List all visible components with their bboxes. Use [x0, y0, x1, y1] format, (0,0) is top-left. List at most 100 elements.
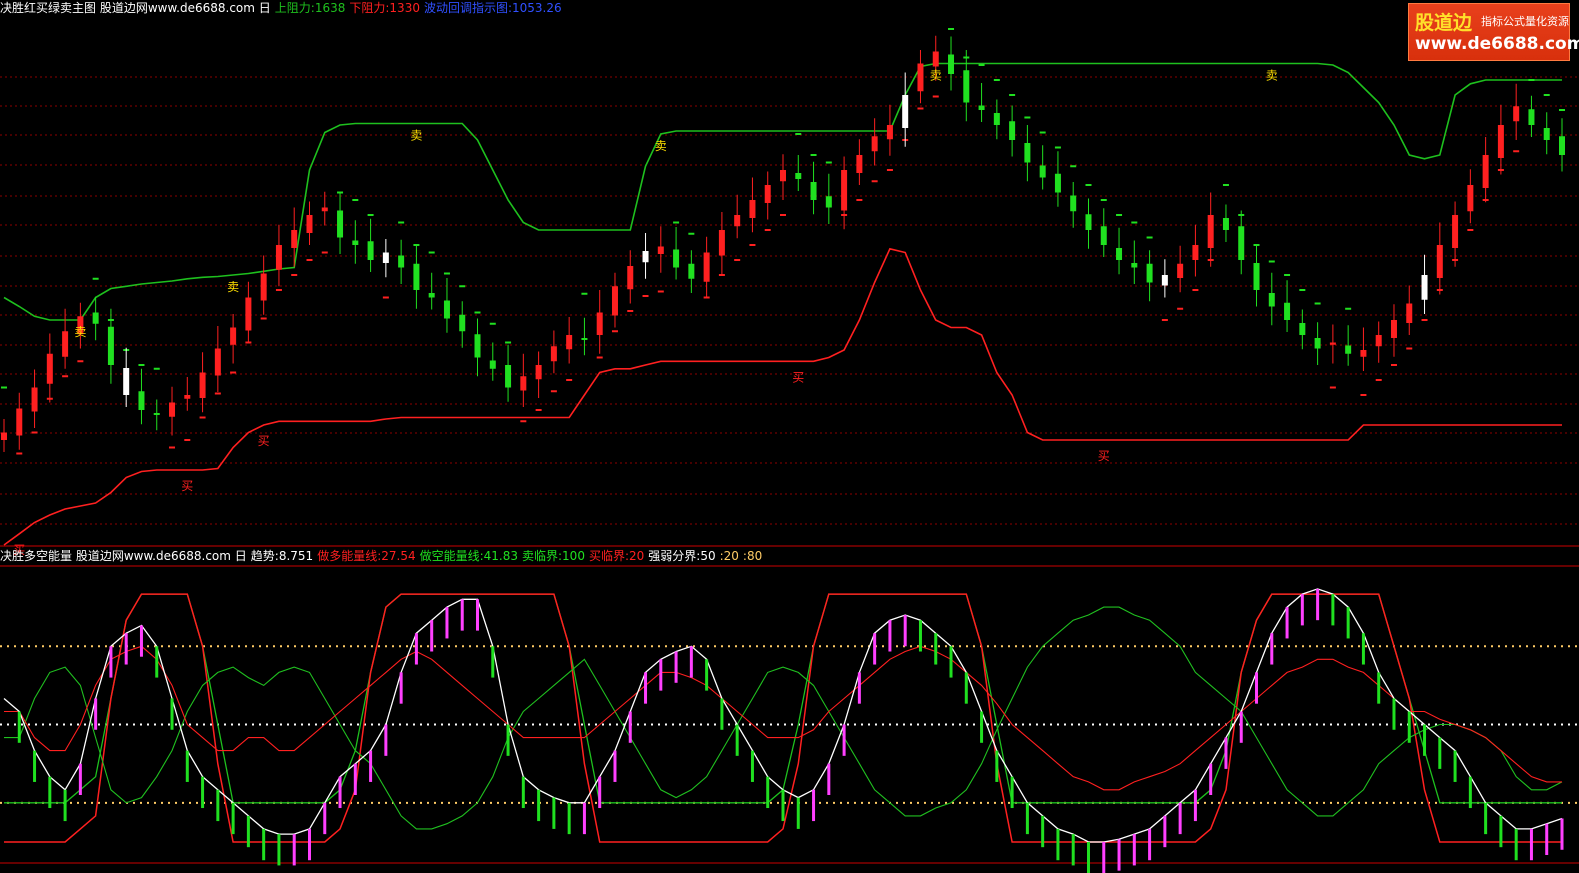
candle-body-39	[596, 312, 603, 335]
buy-critical-label: 买临界:20	[588, 549, 645, 563]
candle-body-44	[673, 249, 680, 268]
candle-body-58	[886, 125, 893, 140]
candle-body-27	[413, 263, 420, 290]
candle-body-38	[581, 338, 588, 340]
buy-marker-1: 买	[181, 479, 193, 493]
logo-url: www.de6688.com	[1415, 34, 1579, 54]
candle-body-6	[92, 312, 99, 324]
candle-body-41	[627, 266, 634, 290]
candle-body-49	[749, 200, 756, 218]
price-panel-header: 决胜红买绿卖主图 股道边网www.de6688.com 日上阻力:1638 下阻力…	[0, 0, 566, 16]
price-panel-title: 决胜红买绿卖主图 股道边网www.de6688.com 日	[0, 1, 271, 15]
candle-body-63	[963, 70, 970, 103]
candle-body-65	[993, 113, 1000, 125]
candle-body-99	[1513, 106, 1520, 122]
candle-body-7	[107, 326, 114, 365]
candle-body-10	[153, 413, 160, 415]
short-energy-label: 做空能量线:41.83	[419, 549, 518, 563]
candle-body-15	[230, 327, 237, 345]
candle-body-50	[764, 185, 771, 203]
buy-marker-2: 买	[258, 434, 270, 448]
candle-body-13	[199, 372, 206, 398]
candle-body-102	[1559, 136, 1565, 155]
candle-body-9	[138, 391, 145, 410]
long-energy-line	[4, 645, 1562, 791]
candle-body-12	[184, 395, 191, 399]
candle-body-35	[535, 365, 542, 380]
candle-body-16	[245, 297, 252, 331]
candle-body-23	[352, 240, 359, 245]
lower-resistance-label: 下阻力:1330	[349, 1, 420, 15]
candle-body-85	[1299, 323, 1306, 335]
candle-body-54	[825, 196, 832, 208]
candle-body-68	[1039, 165, 1046, 178]
candle-body-32	[489, 360, 496, 369]
candle-body-55	[841, 170, 848, 211]
candle-body-90	[1375, 335, 1382, 347]
candle-body-86	[1314, 338, 1321, 349]
candle-body-87	[1329, 342, 1336, 345]
candle-body-72	[1100, 226, 1107, 245]
ref-80-label: :80	[742, 549, 763, 563]
candle-body-29	[443, 300, 450, 319]
candle-body-14	[214, 348, 221, 376]
candle-body-94	[1436, 245, 1443, 278]
candle-body-18	[275, 245, 282, 270]
strength-split-label: 强弱分界:50	[648, 549, 716, 563]
candle-body-28	[428, 293, 435, 298]
sell-marker-1: 卖	[227, 280, 239, 294]
candle-body-61	[932, 51, 939, 67]
candle-body-2	[31, 387, 38, 412]
candle-body-22	[337, 210, 344, 238]
candle-body-21	[321, 207, 328, 212]
candle-body-11	[169, 402, 176, 417]
candle-body-43	[657, 246, 664, 254]
candle-body-64	[978, 105, 985, 110]
candle-body-59	[902, 95, 909, 128]
candle-body-42	[642, 251, 649, 263]
chart-canvas: 卖卖卖卖卖卖卖买买买买买买	[0, 28, 1579, 873]
buy-sell-markers: 卖卖卖卖卖卖卖买买买买买买	[13, 69, 1278, 557]
candle-body-46	[703, 252, 710, 282]
candle-body-96	[1467, 185, 1474, 212]
candle-body-101	[1543, 128, 1550, 140]
candle-body-25	[382, 252, 389, 263]
candle-body-91	[1390, 320, 1397, 338]
sell-marker-5: 卖	[1266, 69, 1278, 83]
logo-brand: 股道边	[1415, 12, 1473, 34]
candle-body-45	[688, 263, 695, 279]
candle-body-60	[917, 63, 924, 92]
candle-body-1	[16, 408, 23, 436]
sell-marker-2: 卖	[410, 129, 422, 143]
long-energy-label: 做多能量线:27.54	[317, 549, 416, 563]
candle-body-81	[1238, 226, 1245, 260]
buy-marker-3: 买	[792, 370, 804, 384]
candle-body-48	[734, 215, 741, 227]
candle-body-97	[1482, 155, 1489, 188]
trend-label: 趋势:8.751	[250, 549, 314, 563]
candle-body-56	[856, 155, 863, 173]
candle-body-24	[367, 241, 374, 260]
site-logo[interactable]: 股道边 指标公式量化资源 www.de6688.com	[1408, 3, 1579, 61]
candle-body-69	[1054, 173, 1061, 193]
candle-body-37	[566, 335, 573, 350]
candle-body-76	[1161, 275, 1168, 286]
candle-body-73	[1116, 248, 1123, 260]
candle-body-98	[1497, 125, 1504, 158]
candle-body-82	[1253, 263, 1260, 290]
candle-body-67	[1024, 143, 1031, 163]
candle-body-88	[1345, 345, 1352, 354]
candle-body-52	[795, 173, 802, 179]
candle-body-51	[780, 170, 786, 182]
candle-body-93	[1421, 275, 1428, 300]
candle-body-34	[520, 376, 527, 391]
ref-20-label: :20	[719, 549, 739, 563]
buy-marker-4: 买	[1098, 449, 1110, 463]
price-panel-gridlines	[0, 76, 1579, 525]
candle-body-79	[1207, 215, 1214, 248]
indicator-lines	[3, 588, 1564, 873]
candle-body-36	[550, 346, 557, 362]
candle-body-89	[1360, 350, 1367, 357]
candle-body-100	[1528, 109, 1535, 125]
candle-body-78	[1192, 245, 1199, 260]
